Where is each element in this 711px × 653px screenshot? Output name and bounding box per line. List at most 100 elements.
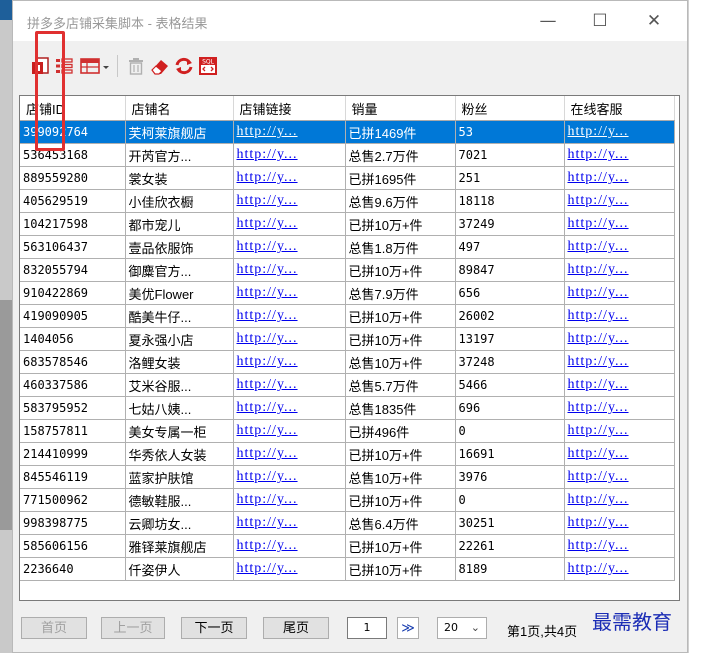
prev-page-button[interactable]: 上一页 bbox=[101, 617, 165, 639]
cell-fans: 13197 bbox=[455, 327, 565, 351]
cell-online-service[interactable]: http://y... bbox=[564, 235, 675, 259]
cell-shop-link[interactable]: http://y... bbox=[233, 373, 346, 397]
cell-fans: 37248 bbox=[455, 350, 565, 374]
close-button[interactable]: ✕ bbox=[639, 9, 669, 33]
table-row[interactable]: 1404056 夏永强小店 http://y... 已拼10万+件 13197 http:… bbox=[20, 327, 675, 351]
go-page-button[interactable]: ≫ bbox=[397, 617, 419, 639]
table-row[interactable]: 399092764 芙柯莱旗舰店 http://y... 已拼1469件 53 http:… bbox=[20, 120, 675, 144]
table-row[interactable]: 832055794 御麋官方... http://y... 已拼10万+件 89847 h… bbox=[20, 258, 675, 282]
table-row[interactable]: 158757811 美女专属一柜 http://y... 已拼496件 0 http://… bbox=[20, 419, 675, 443]
cell-shop-link[interactable]: http://y... bbox=[233, 304, 346, 328]
cell-shop-link[interactable]: http://y... bbox=[233, 350, 346, 374]
table-row[interactable]: 419090905 酷美牛仔... http://y... 已拼10万+件 26002 h… bbox=[20, 304, 675, 328]
dropdown-arrow-icon[interactable] bbox=[101, 55, 111, 77]
next-page-button[interactable]: 下一页 bbox=[181, 617, 247, 639]
table-row[interactable]: 585606156 雅铎莱旗舰店 http://y... 已拼10万+件 22261 ht… bbox=[20, 534, 675, 558]
cell-fans: 8189 bbox=[455, 557, 565, 581]
table-row[interactable]: 998398775 云卿坊女... http://y... 总售6.4万件 30251 h… bbox=[20, 511, 675, 535]
cell-shop-id: 563106437 bbox=[20, 235, 126, 259]
cell-online-service[interactable]: http://y... bbox=[564, 373, 675, 397]
cell-shop-link[interactable]: http://y... bbox=[233, 143, 346, 167]
table-row[interactable]: 405629519 小佳欣衣橱 http://y... 总售9.6万件 18118 htt… bbox=[20, 189, 675, 213]
cell-online-service[interactable]: http://y... bbox=[564, 511, 675, 535]
first-page-button[interactable]: 首页 bbox=[21, 617, 87, 639]
cell-shop-link[interactable]: http://y... bbox=[233, 419, 346, 443]
cell-shop-link[interactable]: http://y... bbox=[233, 442, 346, 466]
cell-sales: 已拼1695件 bbox=[345, 166, 456, 190]
cell-shop-id: 683578546 bbox=[20, 350, 126, 374]
results-table[interactable]: 店铺ID 店铺名 店铺链接 销量 粉丝 在线客服 399092764 芙柯莱旗舰店… bbox=[19, 95, 680, 601]
cell-online-service[interactable]: http://y... bbox=[564, 350, 675, 374]
cell-online-service[interactable]: http://y... bbox=[564, 258, 675, 282]
cell-sales: 总售5.7万件 bbox=[345, 373, 456, 397]
cell-shop-name: 雅铎莱旗舰店 bbox=[125, 534, 234, 558]
trash-icon[interactable] bbox=[125, 55, 147, 77]
column-header-shop-link[interactable]: 店铺链接 bbox=[233, 96, 346, 121]
cell-shop-link[interactable]: http://y... bbox=[233, 189, 346, 213]
table-row[interactable]: 536453168 开芮官方... http://y... 总售2.7万件 7021 ht… bbox=[20, 143, 675, 167]
table-row[interactable]: 104217598 都市宠儿 http://y... 已拼10万+件 37249 http… bbox=[20, 212, 675, 236]
table-row[interactable]: 889559280 裳女装 http://y... 已拼1695件 251 http://… bbox=[20, 166, 675, 190]
cell-shop-link[interactable]: http://y... bbox=[233, 557, 346, 581]
cell-online-service[interactable]: http://y... bbox=[564, 281, 675, 305]
table-row[interactable]: 683578546 洛鲤女装 http://y... 总售10万+件 37248 http… bbox=[20, 350, 675, 374]
column-header-shop-name[interactable]: 店铺名 bbox=[125, 96, 234, 121]
red-highlight-box bbox=[35, 31, 65, 151]
cell-shop-link[interactable]: http://y... bbox=[233, 212, 346, 236]
cell-shop-id: 585606156 bbox=[20, 534, 126, 558]
table-row[interactable]: 583795952 七姑八姨... http://y... 总售1835件 696 htt… bbox=[20, 396, 675, 420]
columns-view-icon[interactable] bbox=[79, 55, 101, 77]
cell-shop-link[interactable]: http://y... bbox=[233, 511, 346, 535]
cell-shop-link[interactable]: http://y... bbox=[233, 166, 346, 190]
column-header-online-service[interactable]: 在线客服 bbox=[564, 96, 675, 121]
background-right-area bbox=[688, 0, 711, 653]
cell-online-service[interactable]: http://y... bbox=[564, 534, 675, 558]
eraser-icon[interactable] bbox=[149, 55, 171, 77]
cell-online-service[interactable]: http://y... bbox=[564, 442, 675, 466]
cell-online-service[interactable]: http://y... bbox=[564, 465, 675, 489]
cell-online-service[interactable]: http://y... bbox=[564, 396, 675, 420]
cell-online-service[interactable]: http://y... bbox=[564, 166, 675, 190]
refresh-icon[interactable] bbox=[173, 55, 195, 77]
table-row[interactable]: 563106437 壹品依服饰 http://y... 总售1.8万件 497 http:… bbox=[20, 235, 675, 259]
table-row[interactable]: 910422869 美优Flower http://y... 总售7.9万件 656 ht… bbox=[20, 281, 675, 305]
table-row[interactable]: 771500962 德敏鞋服... http://y... 已拼10万+件 0 http:… bbox=[20, 488, 675, 512]
cell-shop-name: 德敏鞋服... bbox=[125, 488, 234, 512]
cell-online-service[interactable]: http://y... bbox=[564, 419, 675, 443]
cell-online-service[interactable]: http://y... bbox=[564, 327, 675, 351]
table-row[interactable]: 2236640 仟姿伊人 http://y... 已拼10万+件 8189 http://… bbox=[20, 557, 675, 581]
sql-export-icon[interactable]: SQL bbox=[197, 55, 219, 77]
cell-online-service[interactable]: http://y... bbox=[564, 304, 675, 328]
last-page-button[interactable]: 尾页 bbox=[263, 617, 329, 639]
cell-shop-link[interactable]: http://y... bbox=[233, 534, 346, 558]
cell-shop-name: 七姑八姨... bbox=[125, 396, 234, 420]
cell-online-service[interactable]: http://y... bbox=[564, 557, 675, 581]
cell-shop-link[interactable]: http://y... bbox=[233, 258, 346, 282]
maximize-button[interactable]: ☐ bbox=[585, 9, 615, 33]
cell-sales: 总售6.4万件 bbox=[345, 511, 456, 535]
cell-online-service[interactable]: http://y... bbox=[564, 120, 675, 144]
cell-online-service[interactable]: http://y... bbox=[564, 212, 675, 236]
table-row[interactable]: 214410999 华秀依人女装 http://y... 已拼10万+件 16691 ht… bbox=[20, 442, 675, 466]
cell-shop-link[interactable]: http://y... bbox=[233, 396, 346, 420]
column-header-sales[interactable]: 销量 bbox=[345, 96, 456, 121]
cell-shop-link[interactable]: http://y... bbox=[233, 327, 346, 351]
cell-online-service[interactable]: http://y... bbox=[564, 143, 675, 167]
minimize-button[interactable]: — bbox=[533, 9, 563, 33]
cell-shop-link[interactable]: http://y... bbox=[233, 235, 346, 259]
page-size-select[interactable]: 20 ⌄ bbox=[437, 617, 487, 639]
cell-sales: 已拼10万+件 bbox=[345, 488, 456, 512]
page-number-input[interactable]: 1 bbox=[347, 617, 387, 639]
title-bar[interactable]: 拼多多店铺采集脚本 - 表格结果 — ☐ ✕ bbox=[13, 1, 687, 41]
cell-online-service[interactable]: http://y... bbox=[564, 488, 675, 512]
column-header-fans[interactable]: 粉丝 bbox=[455, 96, 565, 121]
cell-shop-link[interactable]: http://y... bbox=[233, 281, 346, 305]
table-row[interactable]: 460337586 艾米谷服... http://y... 总售5.7万件 5466 ht… bbox=[20, 373, 675, 397]
cell-fans: 3976 bbox=[455, 465, 565, 489]
cell-shop-link[interactable]: http://y... bbox=[233, 120, 346, 144]
cell-shop-link[interactable]: http://y... bbox=[233, 488, 346, 512]
cell-shop-name: 艾米谷服... bbox=[125, 373, 234, 397]
cell-shop-link[interactable]: http://y... bbox=[233, 465, 346, 489]
cell-online-service[interactable]: http://y... bbox=[564, 189, 675, 213]
table-row[interactable]: 845546119 蓝家护肤馆 http://y... 总售10万+件 3976 http… bbox=[20, 465, 675, 489]
